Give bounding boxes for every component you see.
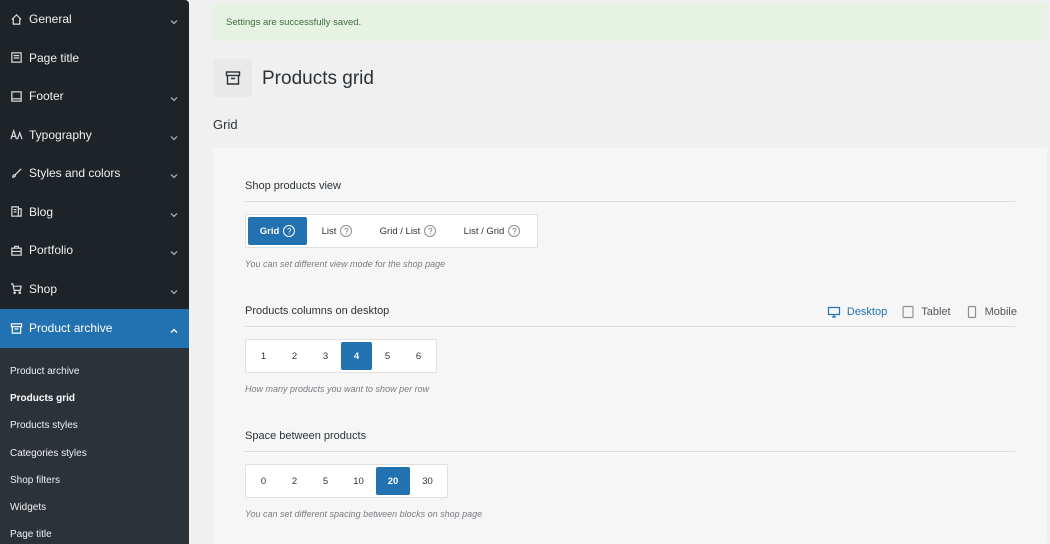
help-icon[interactable]: ? bbox=[340, 225, 353, 237]
view-option-grid-list[interactable]: Grid / List? bbox=[367, 217, 449, 245]
spacing-option[interactable]: 10 bbox=[341, 467, 376, 495]
device-tablet[interactable]: Tablet bbox=[901, 305, 951, 319]
sidebar-item-label: Product archive bbox=[29, 321, 113, 336]
sidebar-item-shop[interactable]: Shop bbox=[0, 270, 189, 309]
option-label: List bbox=[321, 225, 337, 237]
view-mode-help: You can set different view mode for the … bbox=[245, 259, 446, 269]
device-label: Desktop bbox=[846, 306, 888, 318]
submenu-item-categories-styles[interactable]: Categories styles bbox=[0, 439, 189, 466]
submenu-item-product-archive[interactable]: Product archive bbox=[0, 358, 189, 385]
chevron-down-icon bbox=[170, 246, 178, 256]
sidebar-item-label: Blog bbox=[29, 204, 54, 219]
sidebar-item-styles-and-colors[interactable]: Styles and colors bbox=[0, 154, 189, 193]
desktop-icon bbox=[827, 306, 840, 318]
view-mode-selector: Grid? List? Grid / List? List / Grid? bbox=[245, 214, 538, 248]
chevron-down-icon bbox=[170, 208, 178, 218]
chevron-down-icon bbox=[170, 285, 178, 295]
shop-products-view-label: Shop products view bbox=[245, 180, 341, 192]
sidebar-item-label: Portfolio bbox=[29, 243, 74, 258]
chevron-down-icon bbox=[170, 169, 178, 179]
chevron-down-icon bbox=[170, 131, 178, 141]
sidebar-item-product-archive[interactable]: Product archive bbox=[0, 309, 189, 348]
sidebar-item-page-title[interactable]: Page title bbox=[0, 39, 189, 78]
spacing-option[interactable]: 5 bbox=[310, 467, 341, 495]
chevron-down-icon bbox=[170, 15, 178, 25]
columns-option-selected[interactable]: 4 bbox=[341, 342, 372, 370]
device-label: Tablet bbox=[921, 306, 951, 318]
section-title: Grid bbox=[213, 117, 238, 132]
settings-panel: Shop products view Grid? List? Grid / Li… bbox=[213, 148, 1047, 544]
sidebar-item-typography[interactable]: Typography bbox=[0, 116, 189, 155]
sidebar-item-portfolio[interactable]: Portfolio bbox=[0, 231, 189, 270]
view-option-grid[interactable]: Grid? bbox=[248, 217, 307, 245]
typography-icon bbox=[10, 128, 23, 141]
sidebar: General Page title Footer Typography Sty… bbox=[0, 0, 189, 544]
page-title-icon bbox=[10, 51, 23, 64]
sidebar-item-label: Page title bbox=[29, 50, 80, 65]
sidebar-item-label: Footer bbox=[29, 89, 64, 104]
sidebar-item-general[interactable]: General bbox=[0, 0, 189, 39]
brush-icon bbox=[10, 167, 23, 180]
cart-icon bbox=[10, 282, 23, 295]
option-label: Grid bbox=[259, 225, 280, 237]
device-switcher: Desktop Tablet Mobile bbox=[813, 305, 1017, 319]
home-icon bbox=[10, 13, 23, 26]
submenu-item-widgets[interactable]: Widgets bbox=[0, 494, 189, 521]
columns-option[interactable]: 5 bbox=[372, 342, 403, 370]
space-between-label: Space between products bbox=[245, 430, 367, 442]
tablet-icon bbox=[902, 305, 914, 319]
spacing-help: You can set different spacing between bl… bbox=[245, 509, 483, 519]
option-label: List / Grid bbox=[463, 225, 505, 237]
submenu-item-page-title[interactable]: Page title bbox=[0, 521, 189, 544]
sidebar-item-label: General bbox=[29, 12, 72, 27]
device-desktop[interactable]: Desktop bbox=[827, 305, 887, 319]
spacing-option[interactable]: 30 bbox=[410, 467, 445, 495]
columns-option[interactable]: 2 bbox=[279, 342, 310, 370]
page-title: Products grid bbox=[262, 68, 374, 89]
sidebar-item-label: Shop bbox=[29, 281, 58, 296]
columns-option[interactable]: 3 bbox=[310, 342, 341, 370]
footer-icon bbox=[10, 90, 23, 103]
divider bbox=[245, 326, 1015, 327]
submenu-item-shop-filters[interactable]: Shop filters bbox=[0, 467, 189, 494]
spacing-option[interactable]: 0 bbox=[248, 467, 279, 495]
columns-help: How many products you want to show per r… bbox=[245, 384, 430, 394]
sidebar-item-label: Typography bbox=[29, 127, 92, 142]
spacing-option[interactable]: 2 bbox=[279, 467, 310, 495]
columns-option[interactable]: 1 bbox=[248, 342, 279, 370]
device-mobile[interactable]: Mobile bbox=[965, 305, 1017, 319]
sidebar-item-blog[interactable]: Blog bbox=[0, 193, 189, 232]
sidebar-item-label: Styles and colors bbox=[29, 166, 121, 181]
archive-icon bbox=[10, 322, 23, 335]
submenu-item-products-grid[interactable]: Products grid bbox=[0, 385, 189, 412]
chevron-down-icon bbox=[170, 92, 178, 102]
blog-icon bbox=[10, 205, 23, 218]
briefcase-icon bbox=[10, 244, 23, 257]
divider bbox=[245, 201, 1015, 202]
divider bbox=[245, 451, 1015, 452]
archive-icon bbox=[213, 59, 252, 97]
sidebar-item-footer[interactable]: Footer bbox=[0, 77, 189, 116]
columns-selector: 1 2 3 4 5 6 bbox=[245, 339, 437, 373]
help-icon[interactable]: ? bbox=[283, 225, 296, 237]
spacing-option-selected[interactable]: 20 bbox=[376, 467, 410, 495]
help-icon[interactable]: ? bbox=[424, 225, 437, 237]
option-label: Grid / List bbox=[379, 225, 421, 237]
mobile-icon bbox=[967, 305, 976, 319]
view-option-list-grid[interactable]: List / Grid? bbox=[449, 217, 535, 245]
chevron-up-icon bbox=[170, 324, 178, 334]
spacing-selector: 0 2 5 10 20 30 bbox=[245, 464, 448, 498]
view-option-list[interactable]: List? bbox=[307, 217, 367, 245]
help-icon[interactable]: ? bbox=[508, 225, 521, 237]
submenu-item-products-styles[interactable]: Products styles bbox=[0, 412, 189, 439]
device-label: Mobile bbox=[984, 306, 1017, 318]
products-columns-label: Products columns on desktop bbox=[245, 305, 390, 317]
columns-option[interactable]: 6 bbox=[403, 342, 434, 370]
sidebar-submenu: Product archive Products grid Products s… bbox=[0, 347, 189, 544]
success-notice: Settings are successfully saved. bbox=[213, 4, 1047, 41]
